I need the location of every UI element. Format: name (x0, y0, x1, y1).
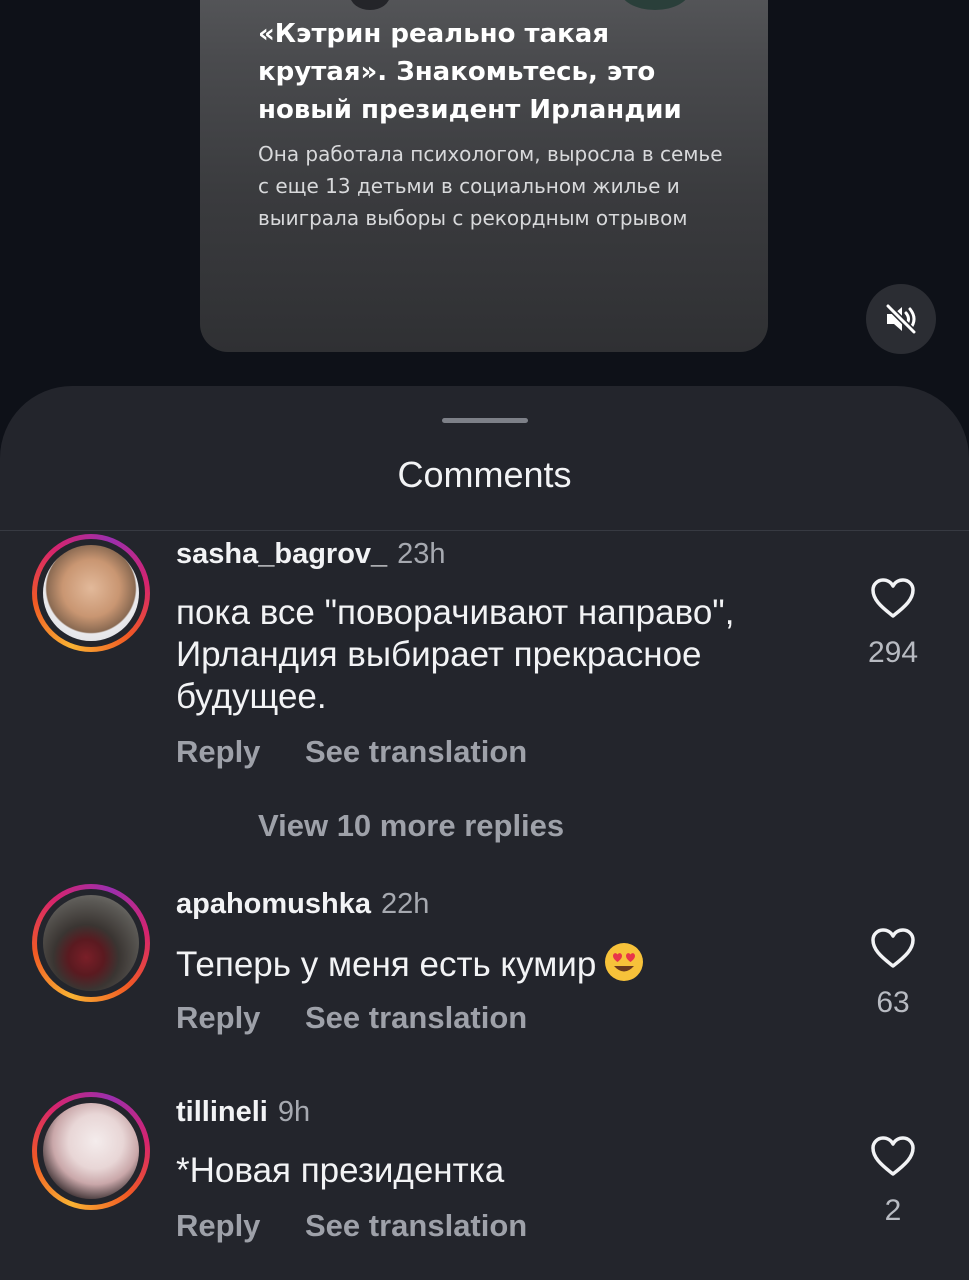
divider (0, 530, 969, 531)
comment-text: пока все "поворачивают направо", Ирланди… (176, 593, 735, 716)
avatar-photo (43, 895, 139, 991)
reply-button[interactable]: Reply (176, 1000, 260, 1036)
like-count: 63 (876, 986, 910, 1019)
like-count: 2 (884, 1194, 902, 1227)
comment-username[interactable]: apahomushka 22h (176, 888, 429, 921)
comment-time: 23h (397, 538, 446, 570)
like-count: 294 (867, 636, 919, 669)
mute-button[interactable] (866, 284, 936, 354)
avatar-photo (43, 1103, 139, 1199)
see-translation-button[interactable]: See translation (305, 1000, 527, 1036)
comment-text: Теперь у меня есть кумир (176, 942, 816, 986)
reply-button[interactable]: Reply (176, 1208, 260, 1244)
comment-time: 22h (381, 888, 430, 920)
see-translation-button[interactable]: See translation (305, 1208, 527, 1244)
post-subtitle: Она работала психологом, выросла в семье… (258, 142, 723, 230)
comment-time: 9h (277, 1096, 311, 1128)
comment-username[interactable]: sasha_bagrov_ 23h (176, 538, 446, 571)
view-more-replies-button[interactable]: View 10 more replies (258, 808, 564, 844)
post-preview-card[interactable]: «Кэтрин реально такая крутая». Знакомьте… (200, 0, 768, 352)
avatar[interactable] (32, 884, 150, 1002)
comment-username[interactable]: tillineli 9h (176, 1096, 310, 1129)
see-translation-button[interactable]: See translation (305, 734, 527, 770)
heart-icon[interactable] (870, 927, 916, 969)
comments-sheet: Comments sasha_bagrov_ 23h пока все "пово… (0, 386, 969, 1280)
comment-text: *Новая президентка (176, 1151, 505, 1190)
heart-eyes-emoji (605, 943, 644, 981)
avatar[interactable] (32, 1092, 150, 1210)
sheet-title: Comments (397, 454, 572, 495)
post-photo-detail (350, 0, 390, 10)
drag-handle[interactable] (442, 418, 528, 423)
avatar-photo (43, 545, 139, 641)
speaker-muted-icon (885, 303, 917, 335)
post-title: «Кэтрин реально такая крутая». Знакомьте… (258, 19, 682, 125)
post-photo-background (620, 0, 690, 10)
heart-icon[interactable] (870, 1135, 916, 1177)
avatar[interactable] (32, 534, 150, 652)
reply-button[interactable]: Reply (176, 734, 260, 770)
heart-icon[interactable] (870, 577, 916, 619)
